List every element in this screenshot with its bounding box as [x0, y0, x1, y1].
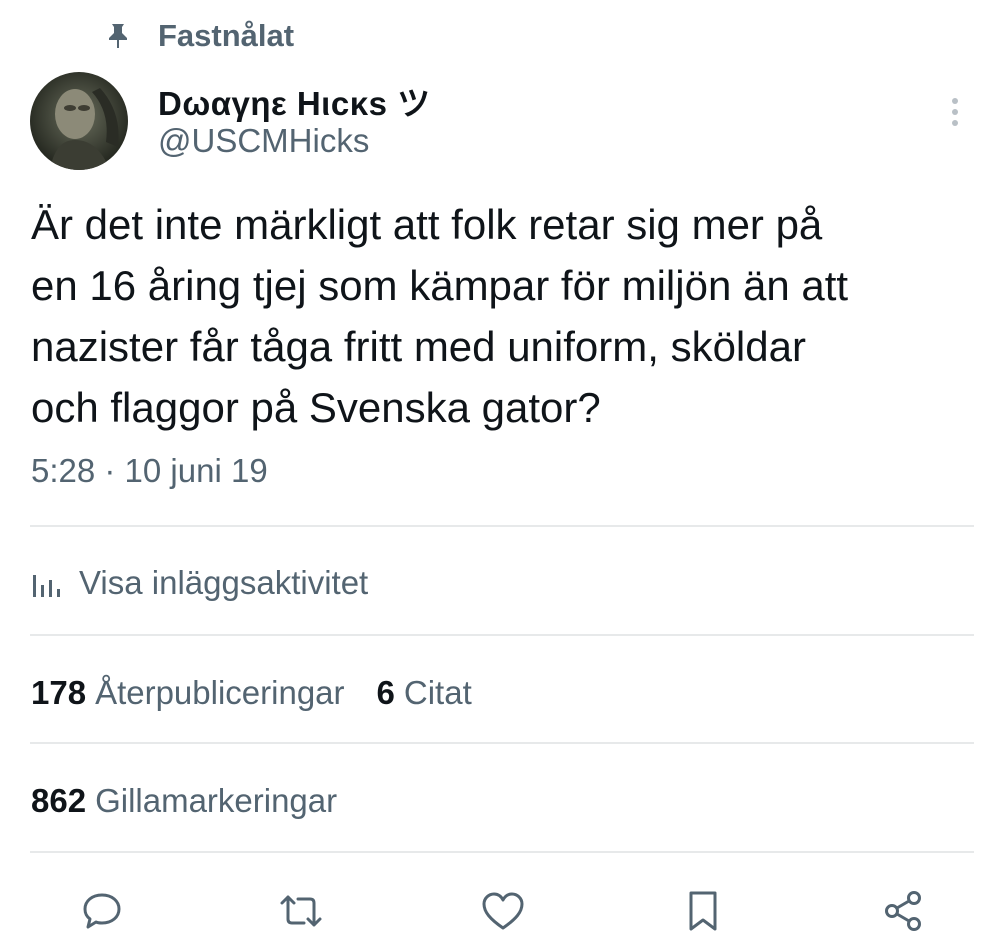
pinned-label: Fastnålat [158, 18, 295, 53]
reply-icon[interactable] [77, 886, 127, 936]
more-vertical-icon[interactable] [940, 94, 970, 130]
quotes-count[interactable]: 6 [377, 674, 395, 712]
likes-label[interactable]: Gillamarkeringar [95, 782, 337, 820]
activity-label: Visa inläggsaktivitet [79, 564, 369, 601]
pin-icon [104, 22, 132, 50]
tweet-line: en 16 åring tjej som kämpar för miljön ä… [31, 262, 849, 309]
analytics-icon [31, 567, 63, 599]
divider [30, 851, 974, 853]
tweet-text: Är det inte märkligt att folk retar sig … [31, 194, 981, 438]
divider [30, 525, 974, 527]
action-bar [0, 880, 1000, 940]
likes-row: 862 Gillamarkeringar [31, 776, 369, 826]
divider [30, 742, 974, 744]
post-activity-link[interactable]: Visa inläggsaktivitet [31, 558, 368, 608]
avatar[interactable] [30, 72, 128, 170]
author-handle[interactable]: @USCMHicks [158, 122, 369, 160]
bookmark-icon[interactable] [678, 886, 728, 936]
tweet-line: och flaggor på Svenska gator? [31, 384, 601, 431]
quotes-label[interactable]: Citat [404, 674, 472, 712]
likes-count[interactable]: 862 [31, 782, 86, 820]
pinned-indicator: Fastnålat [104, 14, 294, 58]
author-display-name[interactable]: Dωαγηε Hιcκs ツ [158, 77, 431, 125]
reposts-count[interactable]: 178 [31, 674, 86, 712]
reposts-label[interactable]: Återpubliceringar [95, 674, 344, 712]
tweet-timestamp[interactable]: 5:28 · 10 juni 19 [31, 452, 268, 490]
like-icon[interactable] [478, 886, 528, 936]
stats-row: 178 Återpubliceringar 6 Citat [31, 668, 504, 718]
tweet-line: Är det inte märkligt att folk retar sig … [31, 201, 823, 248]
tweet-line: nazister får tåga fritt med uniform, skö… [31, 323, 806, 370]
share-icon[interactable] [878, 886, 928, 936]
divider [30, 634, 974, 636]
repost-icon[interactable] [276, 886, 326, 936]
